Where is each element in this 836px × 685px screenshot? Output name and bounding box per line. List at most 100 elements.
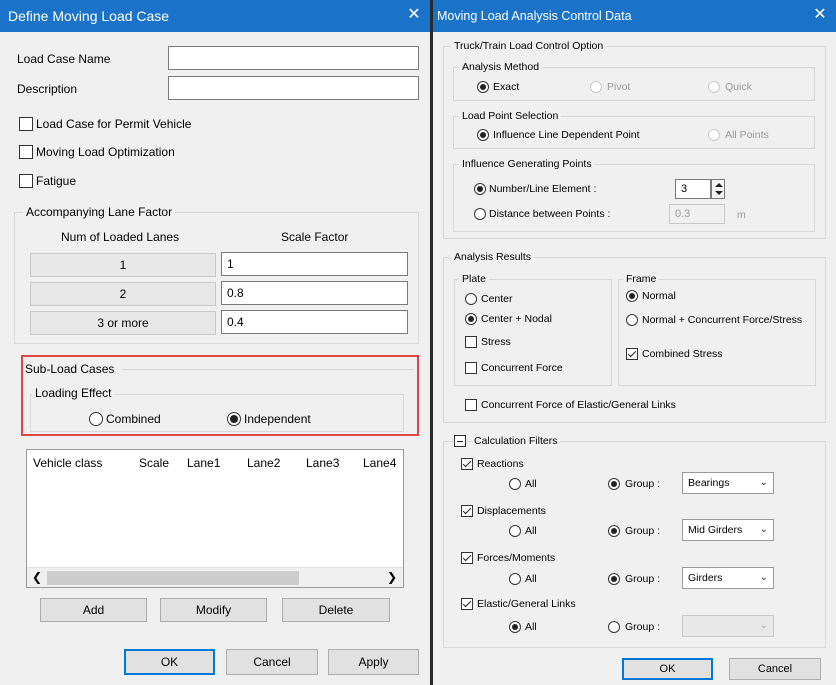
stress-label: Stress <box>481 336 511 348</box>
concurrent-force-label: Concurrent Force <box>481 362 563 374</box>
forces-group-select[interactable]: Girders ⌄ <box>682 567 774 589</box>
normal-concurrent-radio[interactable] <box>626 314 638 326</box>
load-case-name-input[interactable] <box>168 46 419 70</box>
close-icon-right[interactable]: ✕ <box>810 5 830 25</box>
col-lane3: Lane3 <box>306 456 340 470</box>
spin-down-icon[interactable] <box>715 191 723 195</box>
normal-radio[interactable] <box>626 290 638 302</box>
distance-radio[interactable] <box>474 208 486 220</box>
distance-input: 0.3 <box>669 204 725 224</box>
forces-group-value: Girders <box>688 572 723 584</box>
lanes-row-1: 1 <box>30 253 216 277</box>
delete-button[interactable]: Delete <box>282 598 390 622</box>
analysis-method-title: Analysis Method <box>459 61 543 73</box>
displacements-all-radio[interactable] <box>509 525 521 537</box>
reactions-checkbox[interactable] <box>461 458 473 470</box>
exact-label: Exact <box>493 81 520 93</box>
lane-factor-title: Accompanying Lane Factor <box>23 205 176 219</box>
horizontal-scrollbar[interactable]: ❮ ❯ <box>27 567 403 587</box>
all-points-radio <box>708 129 720 141</box>
fatigue-label: Fatigue <box>36 174 77 188</box>
col-scale: Scale <box>139 456 170 470</box>
add-button[interactable]: Add <box>40 598 147 622</box>
define-moving-load-case-dialog: Define Moving Load Case ✕ Load Case Name… <box>0 0 430 685</box>
reactions-group-value: Bearings <box>688 477 730 489</box>
distance-unit: m <box>737 209 746 221</box>
concurrent-force-checkbox[interactable] <box>465 362 477 374</box>
frame-title: Frame <box>623 273 660 285</box>
scroll-right-icon[interactable]: ❯ <box>387 570 397 584</box>
load-case-name-label: Load Case Name <box>17 52 111 66</box>
optimization-checkbox[interactable] <box>19 145 33 159</box>
forces-all-label: All <box>525 573 537 585</box>
normal-concurrent-label: Normal + Concurrent Force/Stress <box>642 314 803 326</box>
lanes-row-3: 3 or more <box>30 311 216 335</box>
plate-title: Plate <box>459 273 489 285</box>
reactions-group-radio[interactable] <box>608 478 620 490</box>
permit-vehicle-checkbox[interactable] <box>19 117 33 131</box>
center-radio[interactable] <box>465 293 477 305</box>
elastic-checkbox[interactable] <box>461 598 473 610</box>
center-label: Center <box>481 293 513 305</box>
chevron-down-icon: ⌄ <box>759 620 768 631</box>
description-label: Description <box>17 82 78 96</box>
spin-up-icon[interactable] <box>715 183 723 187</box>
influence-generating-title: Influence Generating Points <box>459 158 595 170</box>
dialog-title: Define Moving Load Case <box>8 8 170 24</box>
number-line-radio[interactable] <box>474 183 486 195</box>
center-nodal-label: Center + Nodal <box>481 313 552 325</box>
stress-checkbox[interactable] <box>465 336 477 348</box>
reactions-group-select[interactable]: Bearings ⌄ <box>682 472 774 494</box>
influence-dependent-label: Influence Line Dependent Point <box>493 129 640 141</box>
scale-factor-row-1[interactable]: 1 <box>221 252 408 276</box>
moving-load-control-dialog: Moving Load Analysis Control Data ✕ Truc… <box>433 0 836 685</box>
displacements-label: Displacements <box>477 505 546 517</box>
combined-stress-label: Combined Stress <box>642 348 723 360</box>
displacements-checkbox[interactable] <box>461 505 473 517</box>
forces-group-radio[interactable] <box>608 573 620 585</box>
close-icon[interactable]: ✕ <box>404 5 424 25</box>
elastic-group-radio[interactable] <box>608 621 620 633</box>
exact-radio[interactable] <box>477 81 489 93</box>
scale-factor-row-3[interactable]: 0.4 <box>221 310 408 334</box>
influence-dependent-radio[interactable] <box>477 129 489 141</box>
forces-checkbox[interactable] <box>461 552 473 564</box>
reactions-group-label: Group : <box>625 478 661 490</box>
dialog-title-right: Moving Load Analysis Control Data <box>437 9 632 23</box>
forces-all-radio[interactable] <box>509 573 521 585</box>
chevron-down-icon: ⌄ <box>759 572 768 583</box>
combined-stress-checkbox[interactable] <box>626 348 638 360</box>
normal-label: Normal <box>642 290 676 302</box>
number-spinner[interactable] <box>711 179 725 199</box>
quick-label: Quick <box>725 81 752 93</box>
elastic-all-radio[interactable] <box>509 621 521 633</box>
displacements-group-select[interactable]: Mid Girders ⌄ <box>682 519 774 541</box>
analysis-results-title: Analysis Results <box>451 251 535 263</box>
collapse-icon[interactable] <box>454 435 466 447</box>
col-lane4: Lane4 <box>363 456 397 470</box>
cancel-button-right[interactable]: Cancel <box>729 658 821 680</box>
scroll-left-icon[interactable]: ❮ <box>32 570 42 584</box>
pivot-label: Pivot <box>607 81 631 93</box>
title-bar-right: Moving Load Analysis Control Data ✕ <box>433 0 836 32</box>
elastic-links-checkbox[interactable] <box>465 399 477 411</box>
fatigue-checkbox[interactable] <box>19 174 33 188</box>
description-input[interactable] <box>168 76 419 100</box>
ok-button[interactable]: OK <box>124 649 215 675</box>
ok-button-right[interactable]: OK <box>622 658 713 680</box>
col-vehicle-class: Vehicle class <box>33 456 103 470</box>
cancel-button[interactable]: Cancel <box>226 649 318 675</box>
elastic-label: Elastic/General Links <box>477 598 576 610</box>
displacements-group-radio[interactable] <box>608 525 620 537</box>
modify-button[interactable]: Modify <box>160 598 267 622</box>
col-loaded-lanes: Num of Loaded Lanes <box>61 230 180 244</box>
number-line-input[interactable]: 3 <box>675 179 711 199</box>
reactions-all-radio[interactable] <box>509 478 521 490</box>
distance-label: Distance between Points : <box>489 208 611 220</box>
apply-button[interactable]: Apply <box>328 649 419 675</box>
center-nodal-radio[interactable] <box>465 313 477 325</box>
calculation-filters-title: Calculation Filters <box>471 435 561 447</box>
scroll-thumb[interactable] <box>47 571 299 585</box>
scale-factor-row-2[interactable]: 0.8 <box>221 281 408 305</box>
load-point-title: Load Point Selection <box>459 110 562 122</box>
